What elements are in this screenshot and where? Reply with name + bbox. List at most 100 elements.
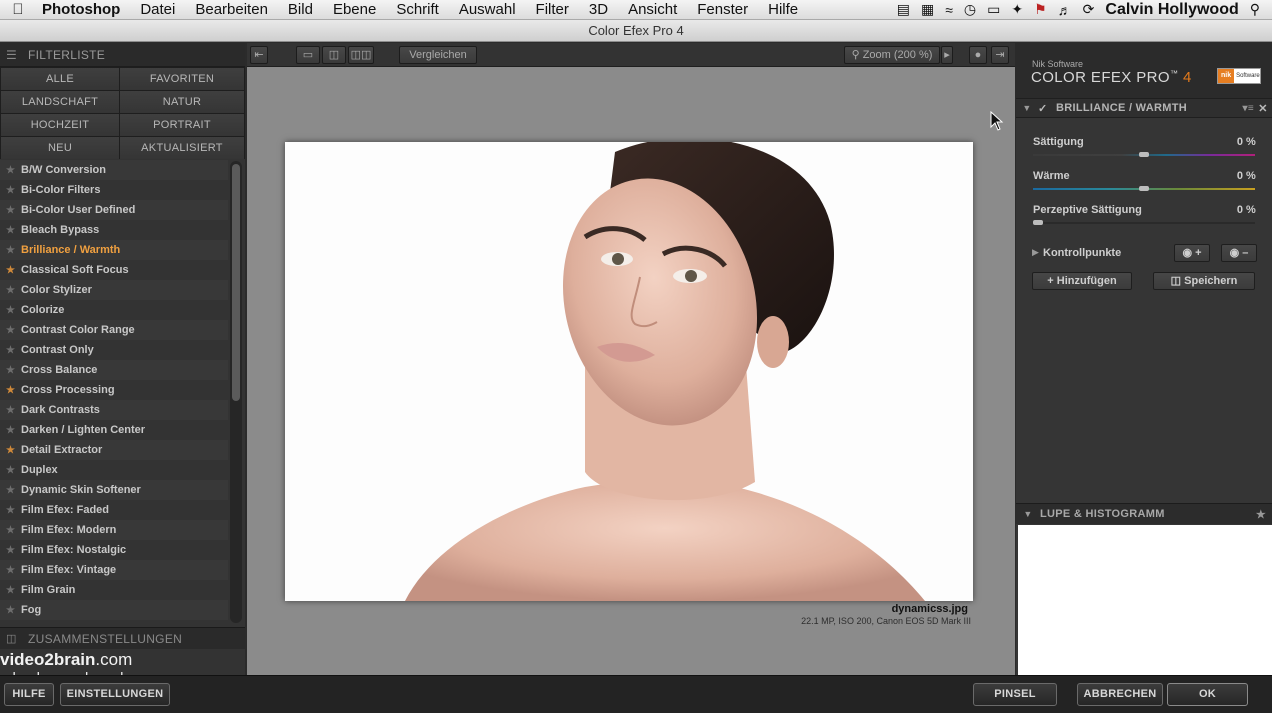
close-filter-icon[interactable]: ✕ — [1254, 102, 1272, 115]
filter-item[interactable]: ★ Contrast Only — [0, 340, 228, 360]
filter-item[interactable]: ★ Film Efex: Modern — [0, 520, 228, 540]
apple-icon[interactable]:  — [0, 1, 36, 18]
add-control-point-button[interactable]: ◉ + — [1174, 244, 1210, 262]
favorite-star-icon[interactable]: ★ — [0, 425, 21, 436]
sets-header[interactable]: ◫ ZUSAMMENSTELLUNGEN — [0, 627, 245, 649]
grid-icon[interactable]: ▦ — [921, 1, 934, 18]
pin-icon[interactable]: ★ — [1250, 508, 1272, 521]
filter-item[interactable]: ★ Colorize — [0, 300, 228, 320]
filter-item[interactable]: ★ Bi-Color User Defined — [0, 200, 228, 220]
slider-saturation[interactable]: Sättigung 0 % — [1016, 136, 1272, 166]
filter-item[interactable]: ★ Duplex — [0, 460, 228, 480]
brush-button[interactable]: PINSEL — [973, 683, 1057, 706]
filter-item[interactable]: ★ Film Efex: Faded — [0, 500, 228, 520]
filter-item[interactable]: ★ Film Grain — [0, 580, 228, 600]
favorite-star-icon[interactable]: ★ — [0, 485, 21, 496]
filter-list-header[interactable]: ☰ FILTERLISTE — [0, 43, 245, 67]
filter-menu-icon[interactable]: ▾≡ — [1243, 103, 1254, 114]
filter-item[interactable]: ★ Contrast Color Range — [0, 320, 228, 340]
enable-checkmark-icon[interactable]: ✓ — [1038, 102, 1056, 115]
category-nature[interactable]: NATUR — [120, 91, 244, 113]
user-name[interactable]: Calvin Hollywood — [1105, 1, 1238, 19]
preview-canvas[interactable]: dynamicss.jpg 22.1 MP, ISO 200, Canon EO… — [247, 67, 1015, 675]
filter-item[interactable]: ★ Cross Balance — [0, 360, 228, 380]
menu-hilfe[interactable]: Hilfe — [758, 1, 808, 18]
favorite-star-icon[interactable]: ★ — [0, 385, 21, 396]
wifi-icon[interactable]: ≈ — [945, 2, 953, 18]
spotlight-icon[interactable]: ⚲ — [1250, 1, 1260, 18]
collapse-triangle-icon[interactable]: ▼ — [1016, 509, 1040, 519]
loupe-histogram-header[interactable]: ▼ LUPE & HISTOGRAMM ★ — [1016, 503, 1272, 524]
add-button[interactable]: + Hinzufügen — [1032, 272, 1132, 290]
favorite-star-icon[interactable]: ★ — [0, 505, 21, 516]
ok-button[interactable]: OK — [1167, 683, 1248, 706]
favorite-star-icon[interactable]: ★ — [0, 605, 21, 616]
expand-triangle-icon[interactable]: ▶ — [1032, 247, 1039, 258]
single-view-button[interactable]: ▭ — [296, 46, 320, 64]
favorite-star-icon[interactable]: ★ — [0, 345, 21, 356]
sync-icon[interactable]: ⟳ — [1083, 1, 1095, 18]
bluetooth-icon[interactable]: ✦ — [1011, 1, 1023, 18]
slider-warmth[interactable]: Wärme 0 % — [1016, 170, 1272, 200]
category-landscape[interactable]: LANDSCHAFT — [1, 91, 119, 113]
menu-bild[interactable]: Bild — [278, 1, 323, 18]
menu-schrift[interactable]: Schrift — [386, 1, 449, 18]
menu-filter[interactable]: Filter — [526, 1, 579, 18]
category-portrait[interactable]: PORTRAIT — [120, 114, 244, 136]
save-button[interactable]: ◫ Speichern — [1153, 272, 1255, 290]
favorite-star-icon[interactable]: ★ — [0, 525, 21, 536]
filter-item[interactable]: ★ Darken / Lighten Center — [0, 420, 228, 440]
toggle-right-panel-button[interactable]: ⇥ — [991, 46, 1009, 64]
favorite-star-icon[interactable]: ★ — [0, 585, 21, 596]
slider-knob[interactable] — [1139, 152, 1149, 157]
notes-icon[interactable]: ▤ — [897, 1, 910, 18]
favorite-star-icon[interactable]: ★ — [0, 325, 21, 336]
zoom-button[interactable]: ⚲ Zoom (200 %) — [844, 46, 940, 64]
slider-value[interactable]: 0 — [1221, 204, 1243, 216]
filter-item[interactable]: ★ Classical Soft Focus — [0, 260, 228, 280]
portrait-photo[interactable] — [285, 142, 973, 601]
flag-icon[interactable]: ⚑ — [1034, 1, 1047, 18]
menu-fenster[interactable]: Fenster — [687, 1, 758, 18]
menu-ansicht[interactable]: Ansicht — [618, 1, 687, 18]
filter-list-scroll-thumb[interactable] — [232, 164, 240, 401]
menu-app-photoshop[interactable]: Photoshop — [36, 1, 130, 18]
loupe-view[interactable] — [1018, 525, 1272, 675]
favorite-star-icon[interactable]: ★ — [0, 225, 21, 236]
favorite-star-icon[interactable]: ★ — [0, 265, 21, 276]
menu-datei[interactable]: Datei — [130, 1, 185, 18]
slider-track[interactable] — [1033, 222, 1255, 224]
favorite-star-icon[interactable]: ★ — [0, 365, 21, 376]
category-favorites[interactable]: FAVORITEN — [120, 68, 244, 90]
filter-section-header[interactable]: ▼ ✓ BRILLIANCE / WARMTH ▾≡ ✕ — [1016, 98, 1272, 118]
filter-item[interactable]: ★ Bleach Bypass — [0, 220, 228, 240]
filter-item[interactable]: ★ Bi-Color Filters — [0, 180, 228, 200]
zoom-arrow-icon[interactable]: ▸ — [941, 46, 953, 64]
favorite-star-icon[interactable]: ★ — [0, 545, 21, 556]
filter-item[interactable]: ★ Film Efex: Vintage — [0, 560, 228, 580]
remove-control-point-button[interactable]: ◉ – — [1221, 244, 1257, 262]
category-new[interactable]: NEU — [1, 137, 119, 159]
slider-value[interactable]: 0 — [1221, 170, 1243, 182]
split-view-button[interactable]: ◫ — [322, 46, 346, 64]
filter-item[interactable]: ★ Detail Extractor — [0, 440, 228, 460]
filter-item[interactable]: ★ Dark Contrasts — [0, 400, 228, 420]
favorite-star-icon[interactable]: ★ — [0, 285, 21, 296]
filter-item[interactable]: ★ Brilliance / Warmth — [0, 240, 228, 260]
collapse-triangle-icon[interactable]: ▼ — [1016, 103, 1038, 113]
category-updated[interactable]: AKTUALISIERT — [120, 137, 244, 159]
filter-item[interactable]: ★ Film Efex: Nostalgic — [0, 540, 228, 560]
filter-item[interactable]: ★ Dynamic Skin Softener — [0, 480, 228, 500]
cancel-button[interactable]: ABBRECHEN — [1077, 683, 1163, 706]
menu-3d[interactable]: 3D — [579, 1, 618, 18]
settings-button[interactable]: EINSTELLUNGEN — [60, 683, 170, 706]
menu-auswahl[interactable]: Auswahl — [449, 1, 526, 18]
favorite-star-icon[interactable]: ★ — [0, 305, 21, 316]
filter-item[interactable]: ★ B/W Conversion — [0, 160, 228, 180]
favorite-star-icon[interactable]: ★ — [0, 205, 21, 216]
time-machine-icon[interactable]: ◷ — [964, 1, 976, 18]
menu-ebene[interactable]: Ebene — [323, 1, 386, 18]
volume-icon[interactable]: ♬ — [1058, 2, 1072, 18]
filter-item[interactable]: ★ Fog — [0, 600, 228, 620]
help-button[interactable]: HILFE — [4, 683, 54, 706]
